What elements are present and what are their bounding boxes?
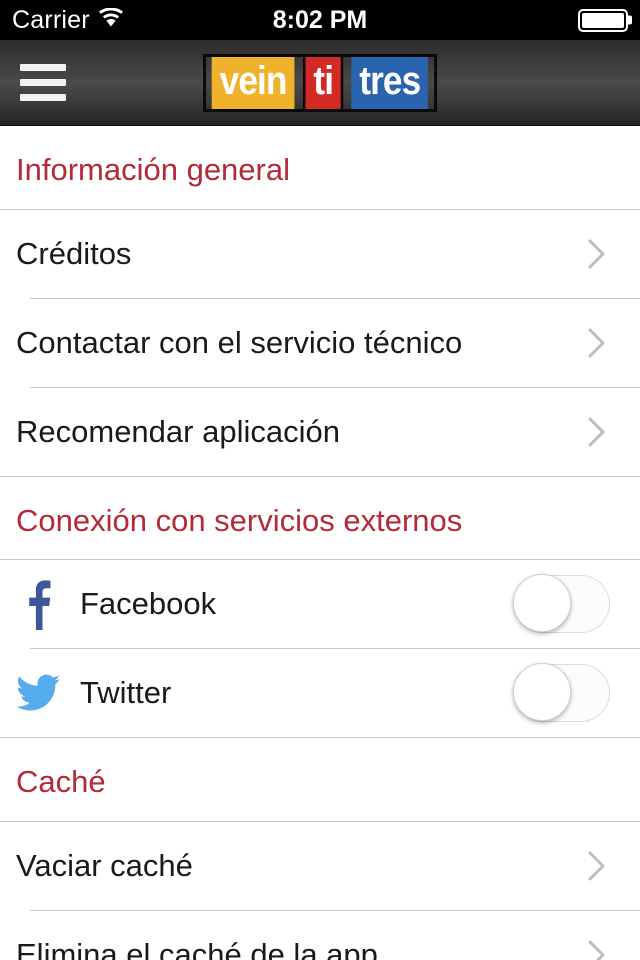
wifi-icon [98, 7, 124, 33]
row-creditos[interactable]: Créditos [0, 209, 640, 298]
row-label: Vaciar caché [16, 847, 193, 883]
status-bar-left: Carrier [12, 5, 124, 34]
chevron-right-icon [588, 328, 606, 358]
toggle-knob [513, 574, 571, 633]
menu-line-3 [20, 94, 66, 101]
toggle-knob [513, 663, 571, 722]
battery-full-icon [578, 8, 632, 32]
nav-bar: vein ti tres [0, 40, 640, 126]
logo-part-vein: vein [211, 56, 295, 109]
row-label: Recomendar aplicación [16, 413, 340, 449]
section-header-cache: Caché [16, 764, 106, 800]
settings-list: Información general Créditos Contactar c… [0, 126, 640, 960]
twitter-icon [16, 673, 60, 713]
row-elimina-cache-app[interactable]: Elimina el caché de la app [0, 910, 640, 960]
status-bar: Carrier 8:02 PM [0, 0, 640, 40]
row-label: Twitter [80, 675, 172, 711]
facebook-icon [16, 578, 60, 631]
status-bar-right [578, 8, 632, 32]
chevron-right-icon [588, 940, 606, 960]
row-label: Facebook [80, 586, 217, 622]
row-recomendar-aplicacion[interactable]: Recomendar aplicación [0, 387, 640, 476]
section-header-informacion-general: Información general [16, 152, 290, 187]
hamburger-menu-icon[interactable] [0, 40, 86, 126]
section-header-conexion-servicios-externos: Conexión con servicios externos [16, 502, 463, 538]
menu-line-2 [20, 79, 66, 86]
battery-fill [582, 12, 624, 28]
carrier-label: Carrier [12, 5, 90, 34]
chevron-right-icon [588, 239, 606, 269]
chevron-right-icon [588, 851, 606, 881]
row-twitter[interactable]: Twitter [0, 649, 640, 738]
battery-cap [628, 15, 632, 25]
row-label: Créditos [16, 235, 132, 271]
row-contactar-servicio-tecnico[interactable]: Contactar con el servicio técnico [0, 298, 640, 387]
logo-part-ti: ti [302, 56, 344, 109]
row-facebook[interactable]: Facebook [0, 560, 640, 649]
row-label: Elimina el caché de la app [16, 936, 378, 960]
row-label: Contactar con el servicio técnico [16, 324, 463, 360]
app-logo[interactable]: vein ti tres [203, 53, 437, 112]
facebook-toggle[interactable] [513, 574, 610, 634]
twitter-toggle[interactable] [513, 663, 610, 723]
logo-part-tres: tres [351, 56, 429, 109]
menu-line-1 [20, 64, 66, 71]
row-vaciar-cache[interactable]: Vaciar caché [0, 821, 640, 910]
chevron-right-icon [588, 417, 606, 447]
